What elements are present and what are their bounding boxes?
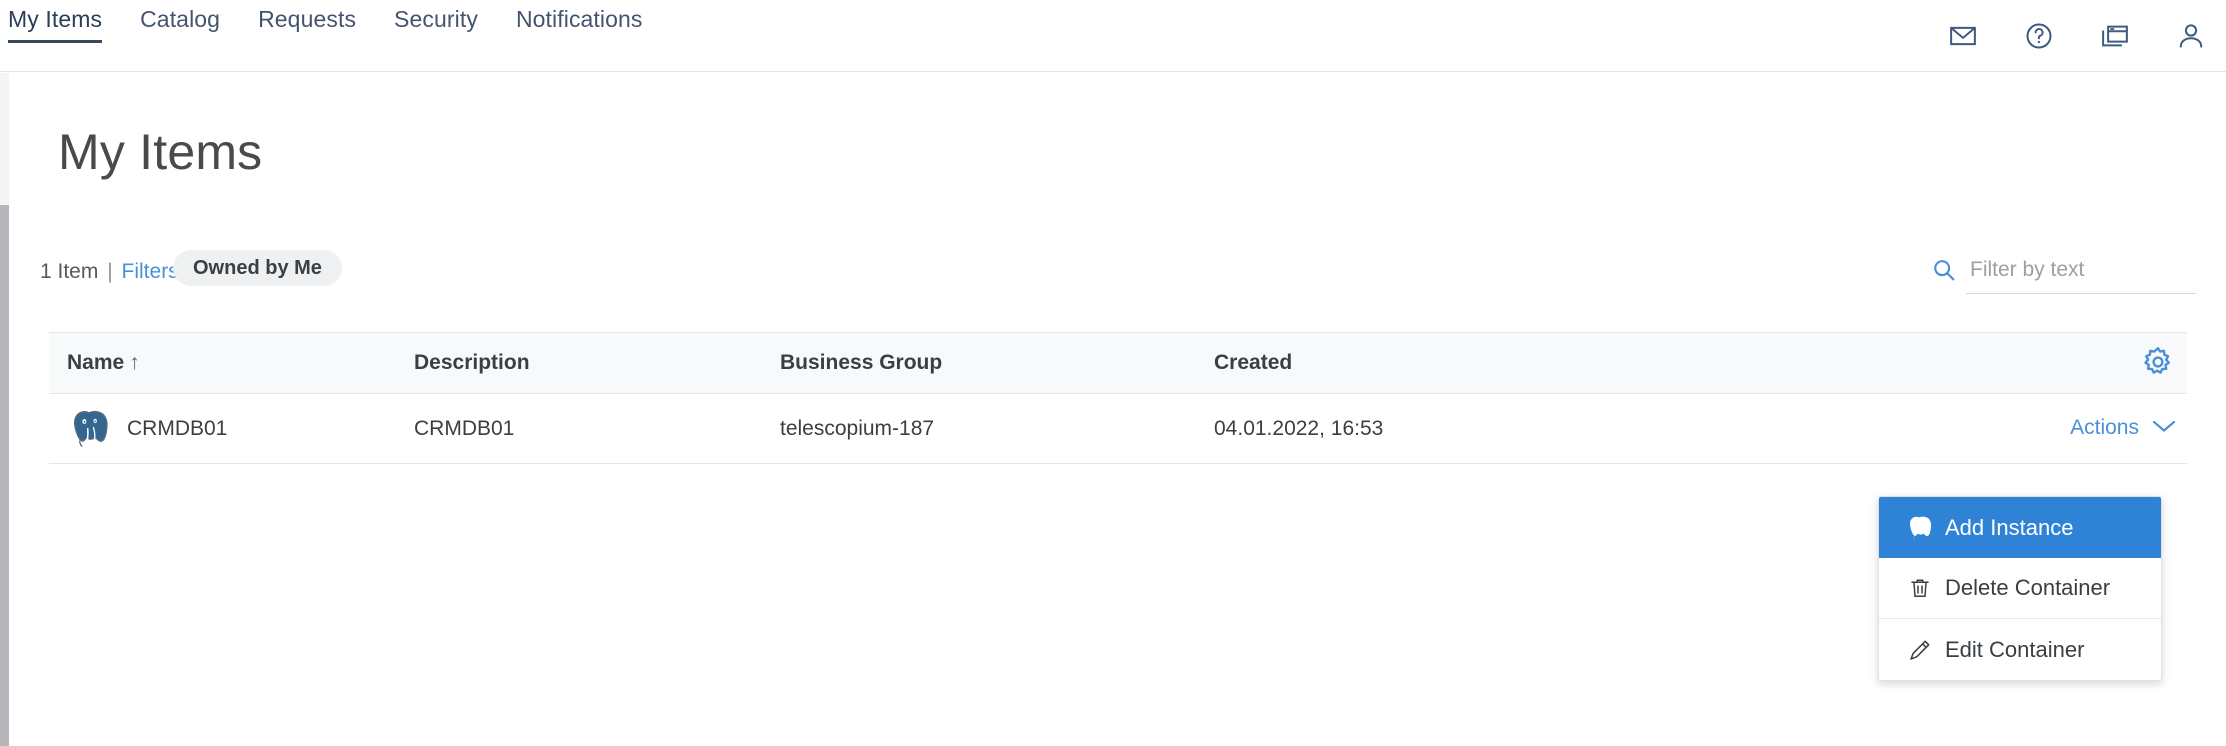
search-input[interactable]: [1966, 257, 2196, 288]
user-icon[interactable]: [2174, 19, 2208, 53]
nav-tab-label: Requests: [258, 6, 357, 32]
items-table: Name ↑ Description Business Group Created: [49, 332, 2187, 464]
separator: |: [107, 260, 113, 283]
column-header-description[interactable]: Description: [414, 351, 530, 375]
nav-tab-label: Security: [394, 6, 478, 32]
pencil-icon: [1903, 638, 1937, 662]
column-header-label: Name: [67, 351, 125, 374]
left-scrollbar-thumb[interactable]: [0, 205, 9, 746]
postgresql-elephant-icon: [1903, 513, 1937, 543]
menu-item-edit-container[interactable]: Edit Container: [1879, 619, 2161, 680]
item-count-and-filters: 1 Item | Filters: [40, 260, 179, 284]
nav-tab-label: Notifications: [515, 6, 643, 32]
column-header-label: Description: [414, 351, 530, 374]
column-header-name[interactable]: Name ↑: [67, 351, 140, 375]
actions-dropdown-trigger[interactable]: Actions: [2070, 416, 2177, 440]
nav-tab-catalog[interactable]: Catalog: [140, 0, 220, 33]
search-icon: [1931, 257, 1957, 288]
cell-description: CRMDB01: [414, 417, 515, 440]
column-header-business-group[interactable]: Business Group: [780, 351, 942, 375]
filter-chip-owned-by-me[interactable]: Owned by Me: [173, 250, 342, 286]
filter-chip-label: Owned by Me: [193, 256, 322, 279]
sort-ascending-icon: ↑: [129, 351, 140, 374]
page-content: My Items 1 Item | Filters Owned by Me Na…: [9, 73, 2226, 746]
nav-icon-group: [1946, 0, 2208, 72]
menu-item-label: Add Instance: [1945, 514, 2074, 540]
search-box[interactable]: [1934, 252, 2196, 294]
left-rail: [0, 73, 9, 746]
menu-item-label: Delete Container: [1945, 575, 2111, 600]
table-header-row: Name ↑ Description Business Group Created: [49, 332, 2187, 394]
chevron-down-icon: [2151, 416, 2177, 440]
cell-business-group: telescopium-187: [780, 417, 935, 440]
actions-dropdown-menu: Add Instance Delete Container Edit Conta…: [1878, 496, 2162, 681]
filters-link[interactable]: Filters: [122, 260, 179, 283]
nav-tab-security[interactable]: Security: [394, 0, 478, 33]
nav-tab-list: My Items Catalog Requests Security Notif…: [8, 0, 681, 72]
nav-tab-label: Catalog: [140, 6, 221, 32]
nav-tab-my-items[interactable]: My Items: [8, 0, 103, 43]
filter-bar: 1 Item | Filters Owned by Me: [9, 248, 2226, 298]
table-row[interactable]: CRMDB01 CRMDB01 telescopium-187 04.01.20…: [49, 394, 2187, 464]
nav-tab-requests[interactable]: Requests: [258, 0, 356, 33]
postgresql-elephant-icon: [67, 406, 113, 452]
gear-icon[interactable]: [2141, 345, 2175, 384]
mail-icon[interactable]: [1946, 19, 1980, 53]
cell-name: CRMDB01: [127, 417, 228, 440]
actions-label: Actions: [2070, 416, 2139, 439]
nav-tab-label: My Items: [8, 6, 103, 32]
nav-tab-notifications[interactable]: Notifications: [516, 0, 643, 33]
column-header-label: Created: [1214, 351, 1293, 374]
top-navigation-bar: My Items Catalog Requests Security Notif…: [0, 0, 2226, 72]
menu-item-label: Edit Container: [1945, 636, 2085, 662]
column-header-created[interactable]: Created: [1214, 351, 1292, 375]
menu-item-delete-container[interactable]: Delete Container: [1879, 558, 2161, 619]
help-icon[interactable]: [2022, 19, 2056, 53]
trash-icon: [1903, 576, 1937, 600]
windows-icon[interactable]: [2098, 19, 2132, 53]
column-header-label: Business Group: [780, 351, 943, 374]
page-title: My Items: [58, 124, 263, 180]
menu-item-add-instance[interactable]: Add Instance: [1879, 497, 2161, 558]
item-count: 1 Item: [40, 260, 99, 283]
cell-created: 04.01.2022, 16:53: [1214, 417, 1384, 440]
